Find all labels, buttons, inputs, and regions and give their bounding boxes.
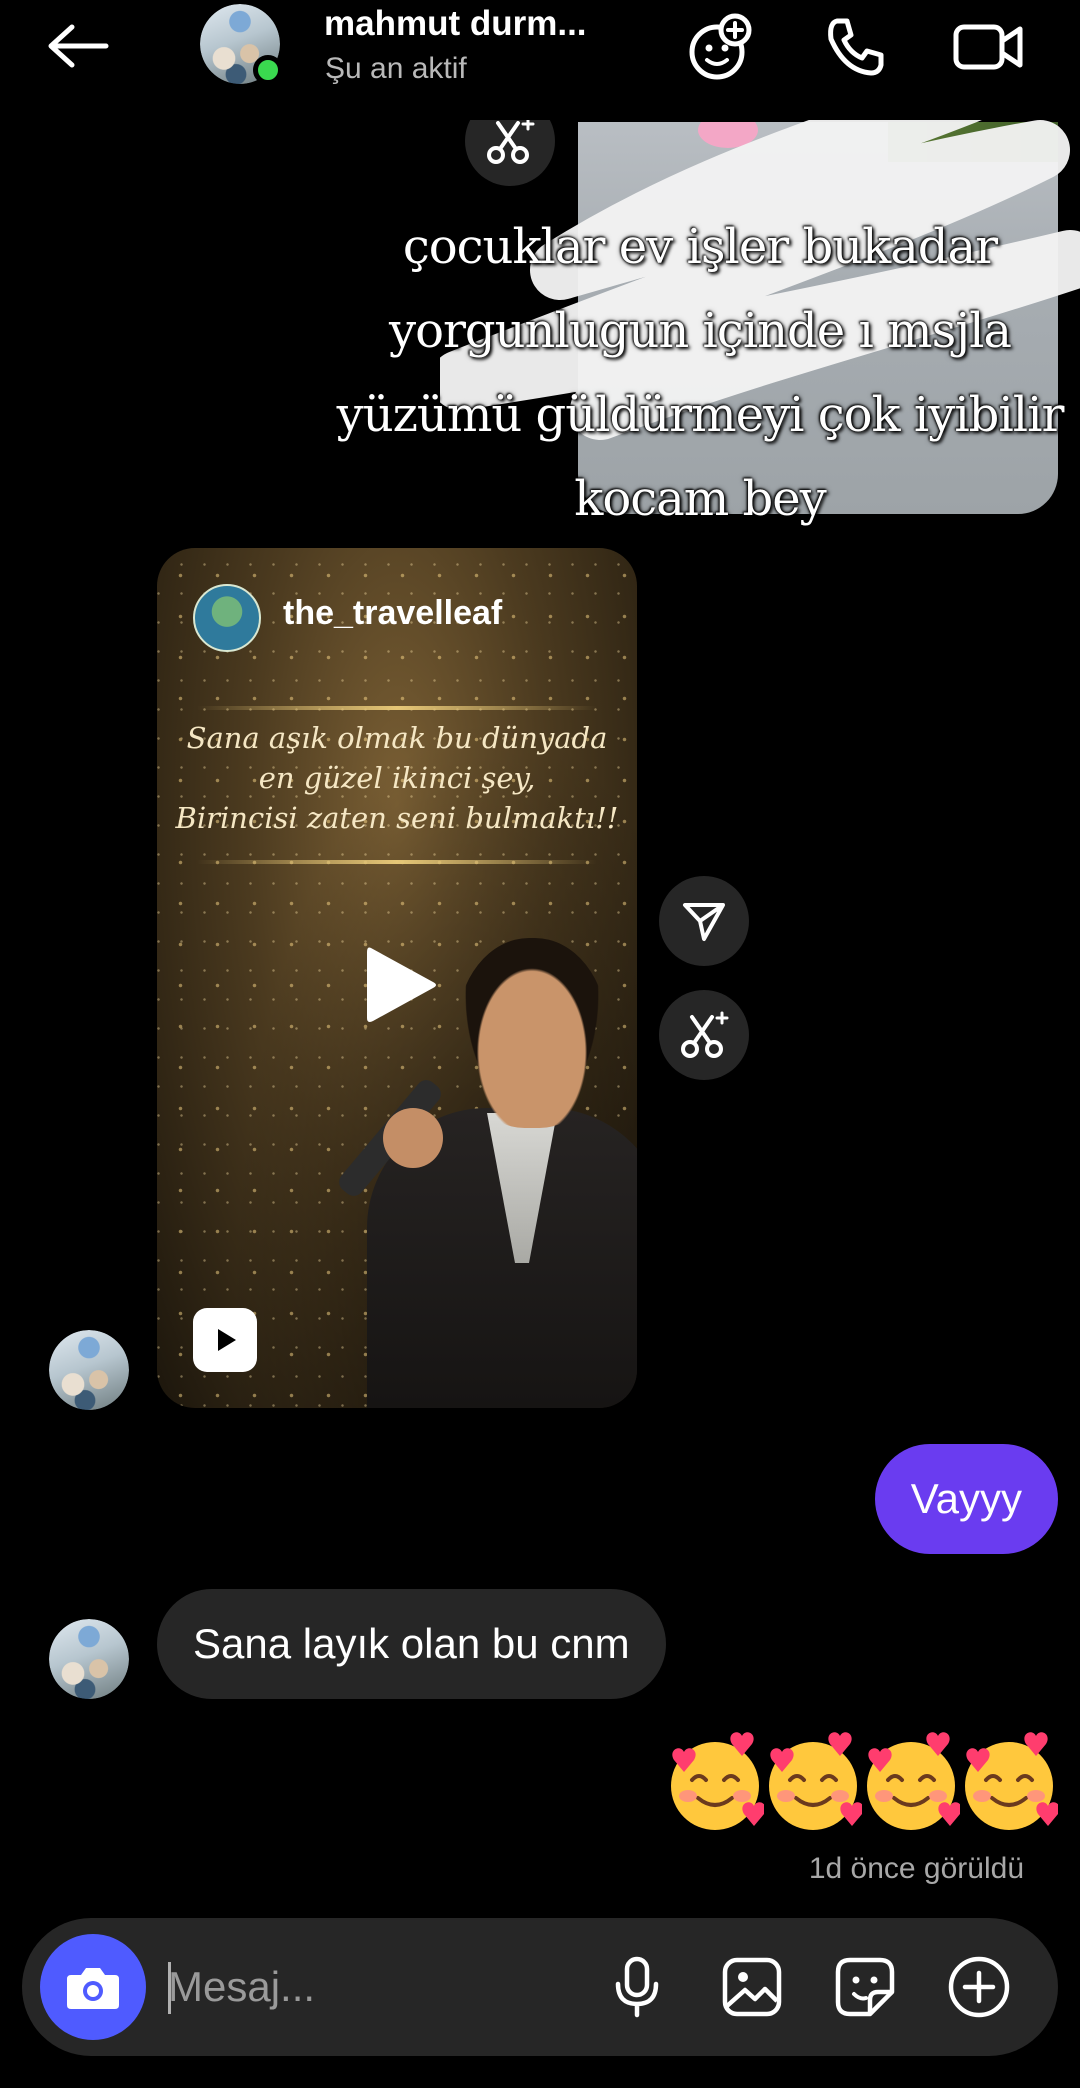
voice-message-button[interactable] (602, 1952, 672, 2022)
video-camera-icon (953, 24, 1023, 70)
seen-status: 1d önce görüldü (808, 1852, 1024, 1885)
online-indicator (253, 55, 283, 85)
play-icon[interactable] (353, 940, 443, 1030)
caption-line: çocuklar ev işler bukadar (402, 219, 998, 275)
reels-badge (193, 1308, 257, 1372)
video-call-button[interactable] (952, 10, 1026, 84)
gallery-icon (722, 1957, 782, 2017)
quote-line: Sana aşık olmak bu dünyada (186, 721, 608, 755)
plus-icon (948, 1956, 1010, 2018)
smiling-face-with-hearts-emoji (965, 1732, 1058, 1830)
chat-header: mahmut durm... Şu an aktif (0, 0, 1080, 120)
camera-icon (67, 1968, 119, 2009)
incoming-message-bubble[interactable]: Sana layık olan bu cnm (157, 1589, 666, 1699)
quote-line: Birincisi zaten seni bulmaktı!! (175, 801, 619, 835)
back-button[interactable] (40, 16, 116, 76)
caption-line: kocam bey (574, 471, 827, 527)
message-composer (22, 1918, 1058, 2056)
voice-call-button[interactable] (818, 10, 892, 84)
microphone-icon (615, 1956, 659, 2018)
reels-icon (218, 1329, 236, 1351)
reel-author-avatar[interactable] (193, 584, 261, 652)
sender-avatar[interactable] (49, 1619, 129, 1699)
caption-line: yüzümü güldürmeyi çok iyibilir (336, 387, 1065, 443)
smiling-face-with-hearts-emoji (671, 1732, 764, 1830)
back-arrow-icon (48, 24, 109, 68)
emoji-message[interactable] (666, 1730, 1058, 1836)
phone-icon (828, 18, 884, 76)
smiling-face-with-hearts-emoji (769, 1732, 862, 1830)
contact-status: Şu an aktif (325, 52, 467, 85)
remix-icon (681, 1011, 729, 1058)
shared-reel[interactable]: the_travelleaf Sana aşık olmak bu dünyad… (157, 548, 637, 1408)
reel-quote: Sana aşık olmak bu dünyada en güzel ikin… (157, 718, 637, 838)
share-button[interactable] (659, 876, 749, 966)
gallery-button[interactable] (717, 1952, 787, 2022)
message-input[interactable] (168, 1956, 588, 2018)
sticker-button[interactable] (830, 1952, 900, 2022)
caption-line: yorgunlugun içinde ı msjla (388, 303, 1012, 359)
outgoing-message-bubble[interactable]: Vayyy (874, 1444, 1058, 1554)
sender-avatar[interactable] (49, 1330, 129, 1410)
add-effect-icon (689, 13, 752, 80)
add-effect-button[interactable] (683, 10, 757, 84)
more-options-button[interactable] (944, 1952, 1014, 2022)
camera-button[interactable] (40, 1934, 146, 2040)
remix-button[interactable] (659, 990, 749, 1080)
share-icon (683, 903, 725, 941)
quote-line: en güzel ikinci şey, (258, 761, 536, 795)
reel-author-username[interactable]: the_travelleaf (283, 594, 502, 633)
contact-name[interactable]: mahmut durm... (324, 4, 587, 44)
sticker-icon (835, 1957, 895, 2017)
story-caption: çocuklar ev işler bukadar yorgunlugun iç… (300, 205, 1080, 541)
smiling-face-with-hearts-emoji (867, 1732, 960, 1830)
